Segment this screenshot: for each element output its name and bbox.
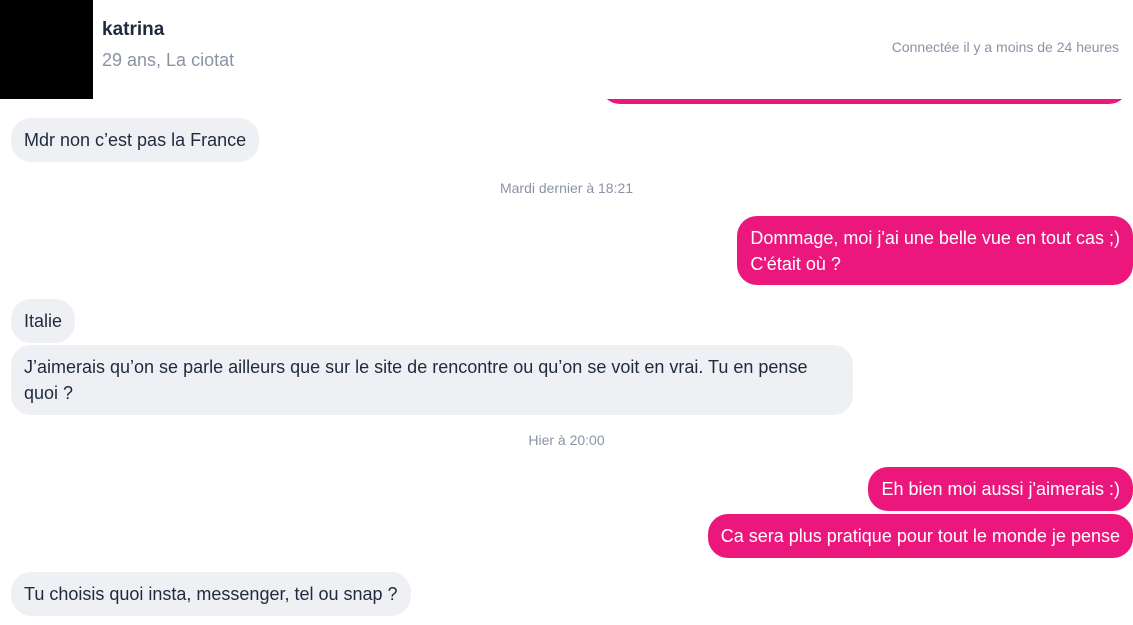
message-bubble-incoming: Italie	[11, 299, 76, 343]
timestamp-divider: Mardi dernier à 18:21	[499, 180, 634, 196]
message-bubble-incoming: J’aimerais qu’on se parle ailleurs que s…	[11, 345, 853, 415]
message-bubble-incoming: Tu choisis quoi insta, messenger, tel ou…	[11, 572, 411, 616]
message-text: Eh bien moi aussi j'aimerais :)	[881, 479, 1120, 499]
message-text: Mdr non c’est pas la France	[24, 130, 247, 150]
online-status: Connectée il y a moins de 24 heures	[891, 39, 1119, 55]
message-text: J’aimerais qu’on se parle ailleurs que s…	[24, 357, 808, 403]
message-text: Ca sera plus pratique pour tout le monde…	[720, 526, 1120, 546]
contact-name[interactable]: katrina	[102, 19, 164, 41]
timestamp-divider: Hier à 20:00	[528, 432, 605, 448]
contact-age-location: 29 ans, La ciotat	[102, 50, 235, 70]
message-text-line: Dommage, moi j'ai une belle vue en tout …	[750, 228, 1120, 248]
message-bubble-outgoing: Eh bien moi aussi j'aimerais :)	[868, 467, 1133, 511]
message-bubble-incoming: Mdr non c’est pas la France	[11, 118, 260, 162]
message-bubble-outgoing: Ca sera plus pratique pour tout le monde…	[707, 514, 1133, 558]
message-bubble-outgoing: Dommage, moi j'ai une belle vue en tout …	[737, 216, 1133, 285]
message-text: Italie	[24, 311, 63, 331]
conversation-header: katrina 29 ans, La ciotat Connectée il y…	[0, 0, 1133, 99]
chat-page: Mdr non c’est pas la France Mardi dernie…	[0, 0, 1133, 625]
avatar[interactable]	[0, 0, 93, 99]
message-text: Tu choisis quoi insta, messenger, tel ou…	[24, 584, 398, 604]
message-text-line: C'était où ?	[750, 254, 841, 274]
